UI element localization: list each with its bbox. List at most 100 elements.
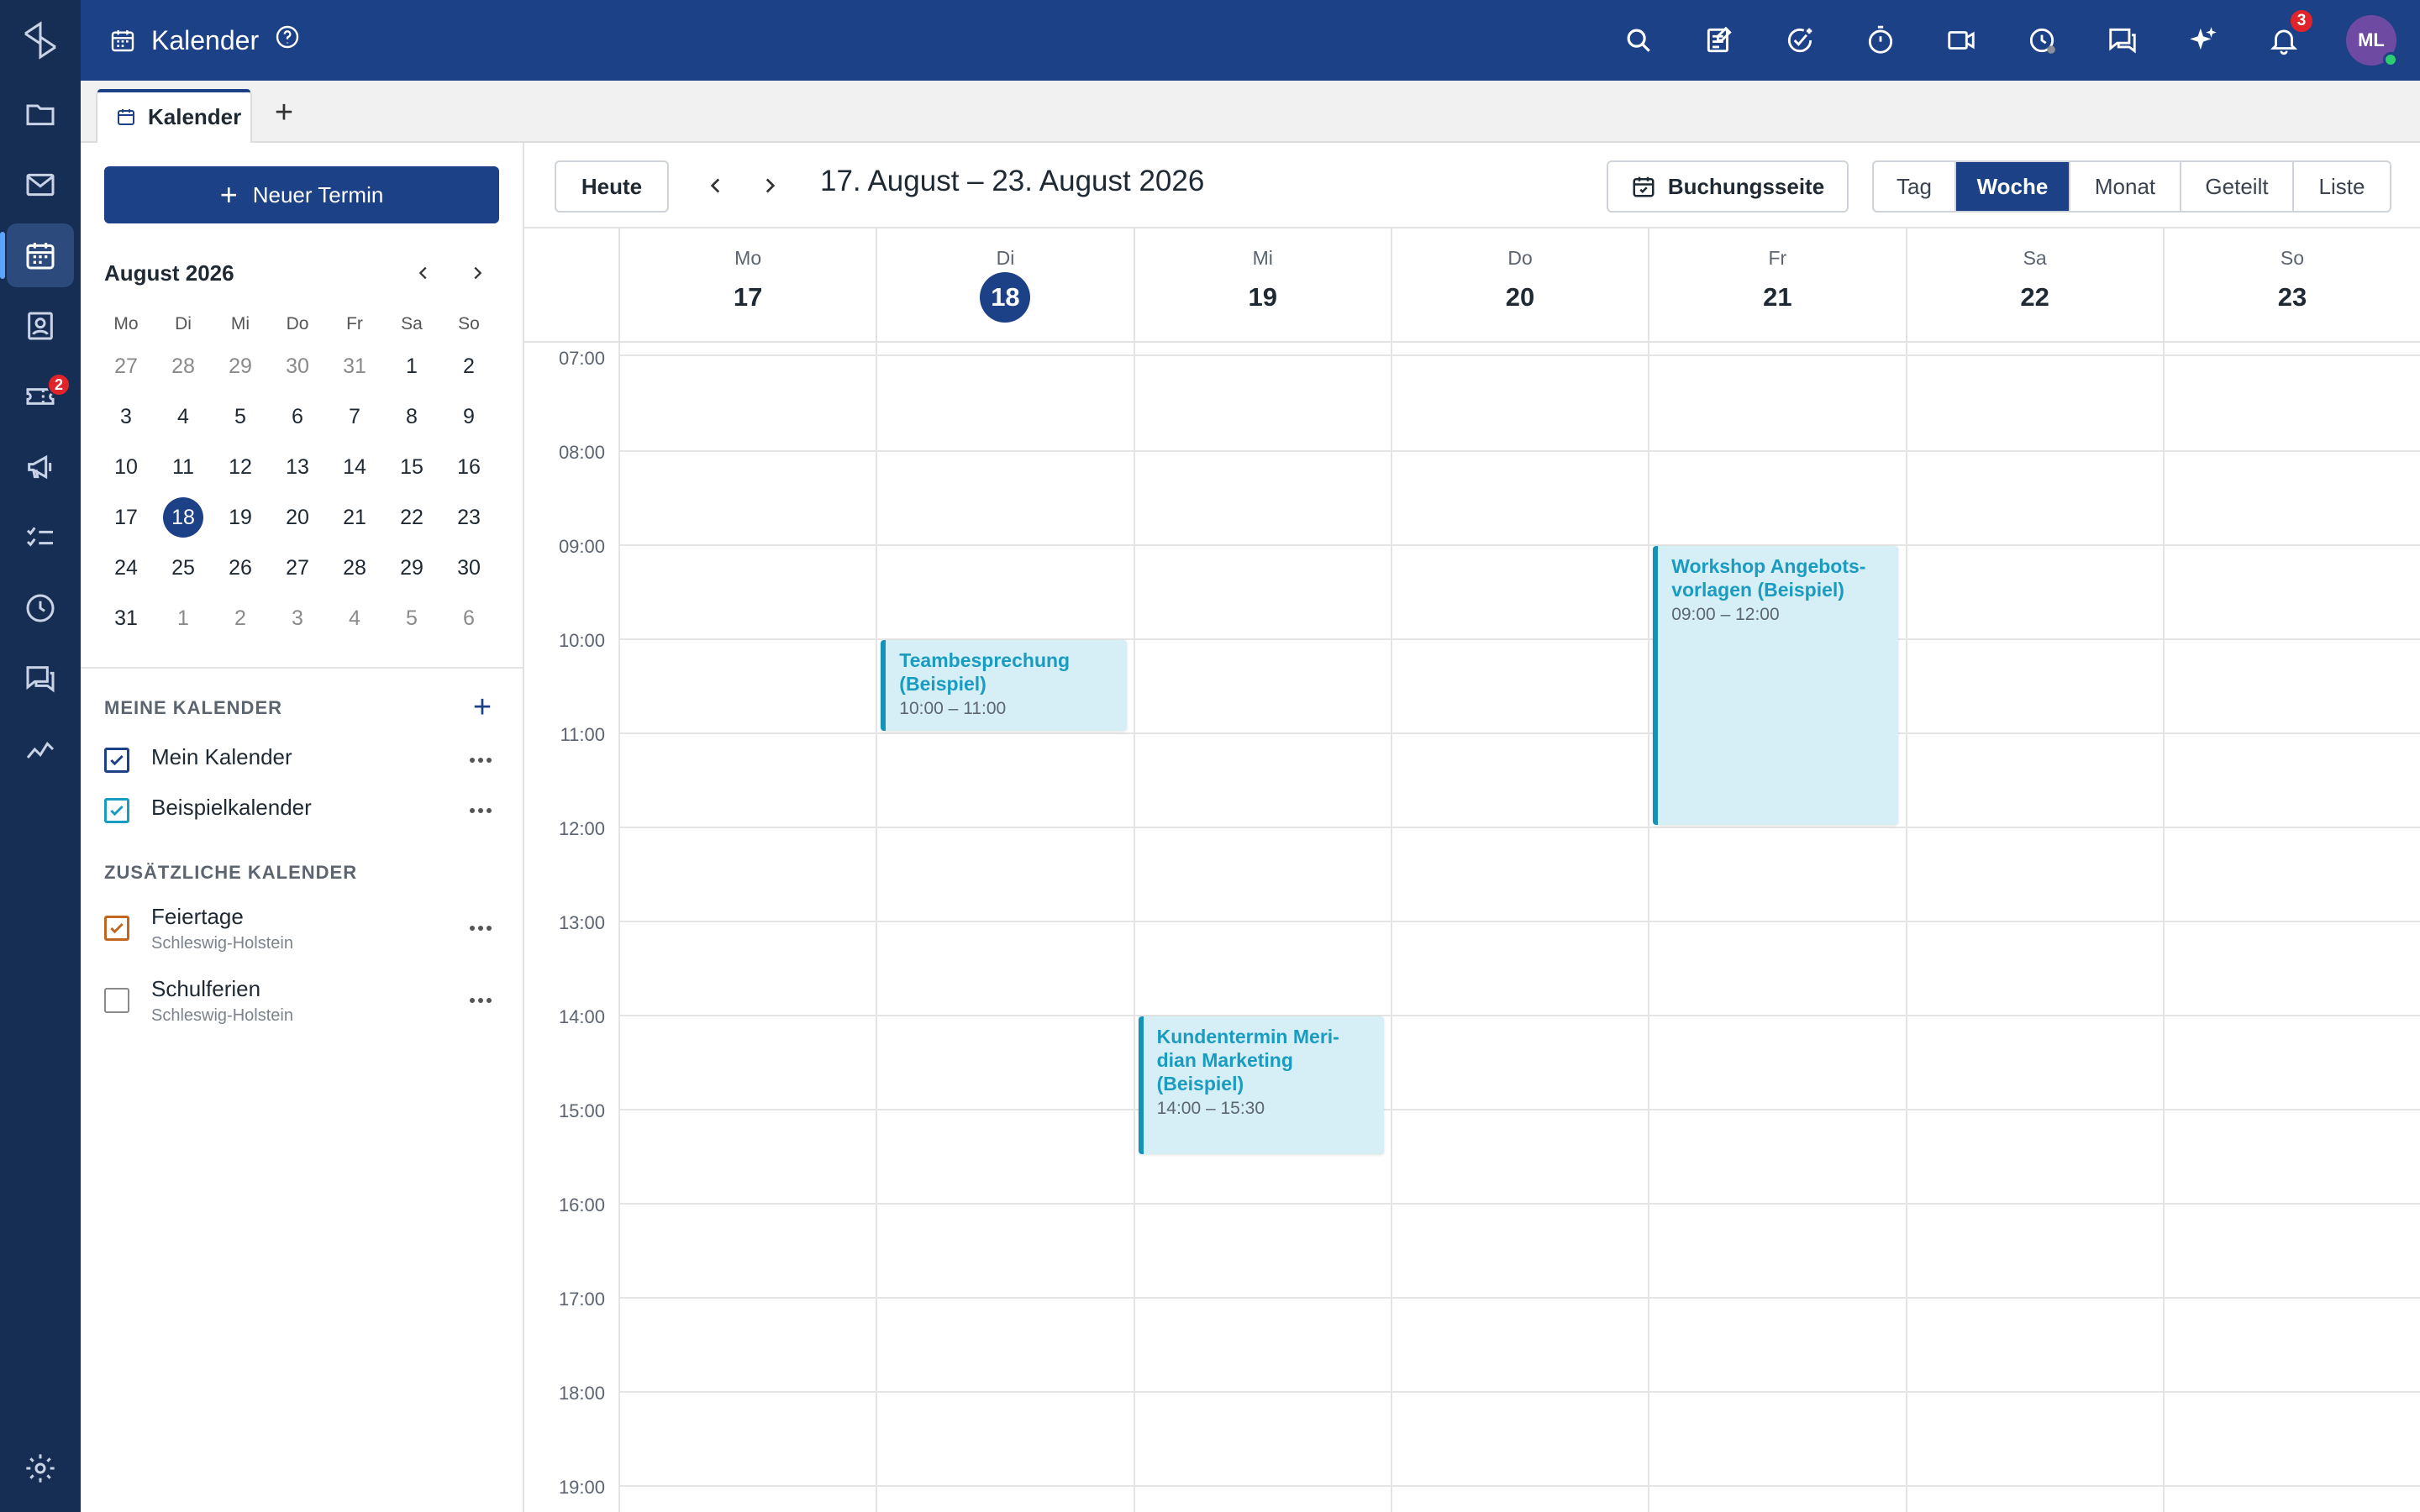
rail-item-tasks[interactable] [7, 506, 74, 570]
rail-item-time[interactable] [7, 576, 74, 640]
calendar-checkbox[interactable] [104, 798, 129, 823]
avatar[interactable]: ML [2346, 15, 2398, 67]
mini-day[interactable]: 12 [212, 442, 269, 492]
mini-day-today[interactable]: 18 [155, 492, 212, 543]
mini-day[interactable]: 26 [212, 543, 269, 593]
mini-day[interactable]: 2 [212, 593, 269, 643]
mini-day[interactable]: 31 [326, 341, 383, 391]
more-options-icon[interactable] [464, 916, 497, 941]
mini-day[interactable]: 4 [155, 391, 212, 442]
day-column-header[interactable]: Do 20 [1390, 228, 1648, 343]
view-day-button[interactable]: Tag [1874, 162, 1956, 211]
mini-day[interactable]: 21 [326, 492, 383, 543]
calendar-event[interactable]: Kundentermin Meri-dian Marketing (Beispi… [1138, 1016, 1384, 1154]
mini-day[interactable]: 11 [155, 442, 212, 492]
mini-day[interactable]: 17 [97, 492, 155, 543]
mini-day[interactable]: 28 [155, 341, 212, 391]
mini-day[interactable]: 31 [97, 593, 155, 643]
mini-day[interactable]: 3 [97, 391, 155, 442]
mini-day[interactable]: 23 [440, 492, 497, 543]
week-time-grid[interactable]: 07:00 08:00 09:00 10:00 11:00 12:00 13:00 14:00… [524, 343, 2420, 1512]
calendar-item-schulferien[interactable]: Schulferien Schleswig-Holstein [104, 968, 508, 1035]
view-list-button[interactable]: Liste [2294, 162, 2390, 211]
mini-day[interactable]: 5 [212, 391, 269, 442]
rail-item-chat[interactable] [7, 647, 74, 711]
mini-day[interactable]: 10 [97, 442, 155, 492]
mini-day[interactable]: 4 [326, 593, 383, 643]
rail-item-contacts[interactable] [7, 294, 74, 358]
mini-day[interactable]: 30 [269, 341, 326, 391]
mini-day[interactable]: 29 [212, 341, 269, 391]
calendar-checkbox[interactable] [104, 916, 129, 941]
mini-prev-month-button[interactable] [407, 256, 440, 290]
timer-icon[interactable] [1860, 20, 1901, 60]
day-column-header[interactable]: Sa 22 [1905, 228, 2163, 343]
mini-day[interactable]: 27 [269, 543, 326, 593]
mini-day[interactable]: 22 [383, 492, 440, 543]
mini-day[interactable]: 20 [269, 492, 326, 543]
ai-sparkle-icon[interactable] [2183, 20, 2223, 60]
add-tab-button[interactable]: + [264, 92, 304, 133]
task-check-icon[interactable] [1780, 20, 1820, 60]
mini-day[interactable]: 27 [97, 341, 155, 391]
mini-day[interactable]: 28 [326, 543, 383, 593]
rail-item-settings[interactable] [7, 1436, 74, 1500]
day-column-header[interactable]: Mi 19 [1133, 228, 1391, 343]
booking-page-button[interactable]: Buchungsseite [1607, 160, 1849, 213]
rail-item-analytics[interactable] [7, 717, 74, 781]
mini-day[interactable]: 8 [383, 391, 440, 442]
mini-day[interactable]: 25 [155, 543, 212, 593]
more-options-icon[interactable] [464, 748, 497, 773]
calendar-event[interactable]: Workshop Angebots-vorlagen (Beispiel) 09:… [1653, 546, 1899, 825]
mini-day[interactable]: 3 [269, 593, 326, 643]
search-icon[interactable] [1618, 20, 1659, 60]
mini-day[interactable]: 6 [440, 593, 497, 643]
calendar-event[interactable]: Teambesprechung (Beispiel) 10:00 – 11:00 [881, 640, 1127, 731]
day-column-header[interactable]: Mo 17 [618, 228, 876, 343]
help-icon[interactable] [274, 24, 301, 57]
add-calendar-button[interactable]: + [466, 690, 499, 725]
video-icon[interactable] [1941, 20, 1981, 60]
mini-day[interactable]: 5 [383, 593, 440, 643]
calendar-item-feiertage[interactable]: Feiertage Schleswig-Holstein [104, 895, 508, 963]
mini-day[interactable]: 2 [440, 341, 497, 391]
mini-day[interactable]: 13 [269, 442, 326, 492]
mini-day[interactable]: 14 [326, 442, 383, 492]
mini-day[interactable]: 29 [383, 543, 440, 593]
rail-item-campaigns[interactable] [7, 435, 74, 499]
note-icon[interactable] [1699, 20, 1739, 60]
mini-next-month-button[interactable] [460, 256, 494, 290]
today-button[interactable]: Heute [555, 160, 669, 213]
previous-week-button[interactable] [697, 160, 734, 211]
mini-day[interactable]: 6 [269, 391, 326, 442]
mini-day[interactable]: 24 [97, 543, 155, 593]
day-column-header[interactable]: So 23 [2162, 228, 2420, 343]
calendar-item-beispielkalender[interactable]: Beispielkalender [104, 786, 508, 833]
day-column-header[interactable]: Di 18 [876, 228, 1133, 343]
new-event-button[interactable]: + Neuer Termin [104, 166, 499, 223]
view-shared-button[interactable]: Geteilt [2181, 162, 2294, 211]
mini-day[interactable]: 30 [440, 543, 497, 593]
more-options-icon[interactable] [464, 988, 497, 1013]
calendar-item-mein-kalender[interactable]: Mein Kalender [104, 736, 508, 783]
tab-kalender[interactable]: Kalender [96, 89, 252, 143]
mini-day[interactable]: 9 [440, 391, 497, 442]
mini-day[interactable]: 15 [383, 442, 440, 492]
mini-day[interactable]: 1 [383, 341, 440, 391]
next-week-button[interactable] [751, 160, 788, 211]
more-options-icon[interactable] [464, 798, 497, 823]
rail-item-tickets[interactable]: 2 [7, 365, 74, 428]
app-logo-icon[interactable] [20, 20, 60, 60]
view-week-button[interactable]: Woche [1956, 162, 2070, 211]
rail-item-mail[interactable] [7, 153, 74, 217]
calendar-checkbox[interactable] [104, 748, 129, 773]
rail-item-calendar[interactable] [0, 223, 74, 287]
mini-day[interactable]: 16 [440, 442, 497, 492]
time-tracking-icon[interactable] [2022, 20, 2062, 60]
mini-day[interactable]: 19 [212, 492, 269, 543]
messages-icon[interactable] [2102, 20, 2143, 60]
mini-day[interactable]: 7 [326, 391, 383, 442]
notifications-icon[interactable]: 3 [2264, 8, 2314, 60]
mini-day[interactable]: 1 [155, 593, 212, 643]
day-column-header[interactable]: Fr 21 [1648, 228, 1905, 343]
